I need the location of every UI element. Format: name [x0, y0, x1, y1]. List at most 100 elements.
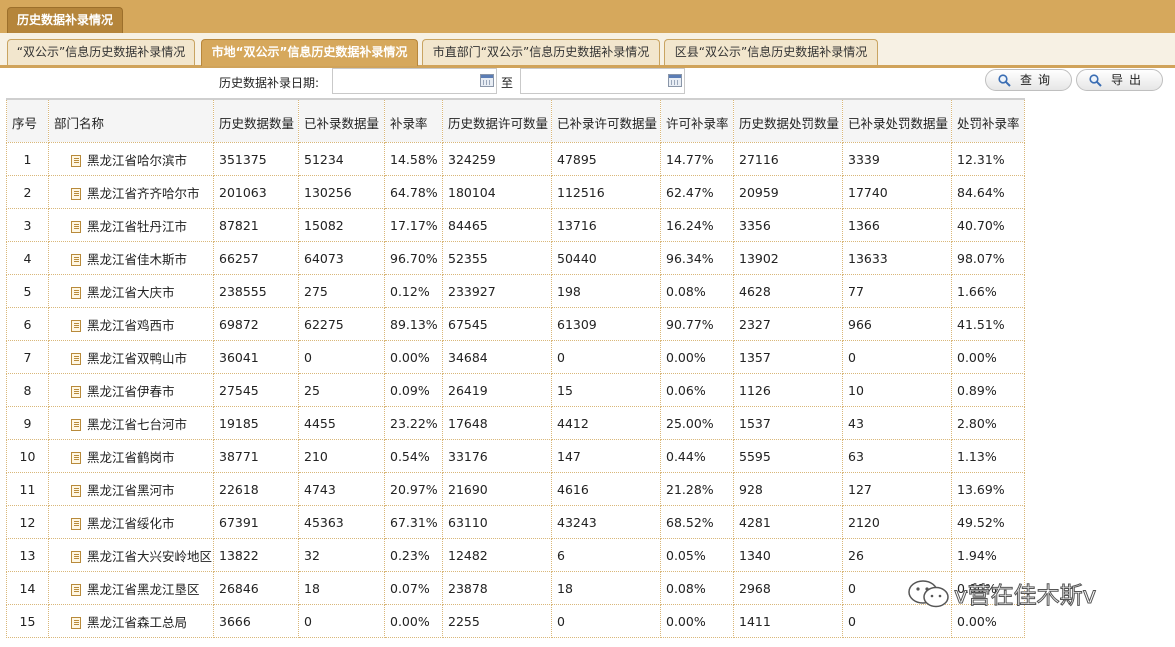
table-cell: 14.77% [660, 142, 734, 176]
row-index: 6 [6, 307, 49, 341]
table-row: 14 黑龙江省黑龙江垦区 26846 18 0.07% 23878 18 0.08% 2968 0… [6, 571, 1025, 605]
export-button[interactable]: 导出 [1076, 69, 1163, 91]
end-date-input[interactable] [520, 68, 685, 94]
department-cell[interactable]: 黑龙江省牡丹江市 [48, 208, 214, 242]
tab-city-departments[interactable]: 市直部门“双公示”信息历史数据补录情况 [422, 39, 660, 65]
table-cell: 2327 [733, 307, 843, 341]
department-name[interactable]: 黑龙江省大兴安岭地区 [87, 549, 212, 564]
table-cell: 26419 [442, 373, 552, 407]
table-cell: 351375 [213, 142, 299, 176]
department-name[interactable]: 黑龙江省佳木斯市 [87, 252, 187, 267]
department-cell[interactable]: 黑龙江省大兴安岭地区 [48, 538, 214, 572]
department-name[interactable]: 黑龙江省齐齐哈尔市 [87, 186, 200, 201]
table-cell: 4412 [551, 406, 661, 440]
table-cell: 63 [842, 439, 952, 473]
calendar-icon[interactable] [480, 74, 494, 87]
table-cell: 62.47% [660, 175, 734, 209]
department-cell[interactable]: 黑龙江省黑河市 [48, 472, 214, 506]
department-cell[interactable]: 黑龙江省鹤岗市 [48, 439, 214, 473]
table-cell: 33176 [442, 439, 552, 473]
table-cell: 43 [842, 406, 952, 440]
row-index: 1 [6, 142, 49, 176]
calendar-icon[interactable] [668, 74, 682, 87]
department-name[interactable]: 黑龙江省牡丹江市 [87, 219, 187, 234]
export-button-label: 导出 [1111, 73, 1148, 87]
table-cell: 18 [551, 571, 661, 605]
document-icon [71, 451, 81, 464]
table-cell: 34684 [442, 340, 552, 374]
table-cell: 96.34% [660, 241, 734, 275]
column-header: 历史数据处罚数量 [733, 98, 843, 143]
table-cell: 0 [551, 604, 661, 638]
department-cell[interactable]: 黑龙江省伊春市 [48, 373, 214, 407]
table-cell: 51234 [298, 142, 385, 176]
page-title-tab[interactable]: 历史数据补录情况 [7, 7, 124, 34]
table-cell: 26846 [213, 571, 299, 605]
department-cell[interactable]: 黑龙江省森工总局 [48, 604, 214, 638]
table-cell: 928 [733, 472, 843, 506]
department-name[interactable]: 黑龙江省伊春市 [87, 384, 175, 399]
document-icon [71, 154, 81, 167]
department-cell[interactable]: 黑龙江省鸡西市 [48, 307, 214, 341]
table-cell: 77 [842, 274, 952, 308]
document-icon [71, 319, 81, 332]
date-label: 历史数据补录日期: [219, 76, 320, 90]
table-cell: 23.22% [384, 406, 443, 440]
table-cell: 3666 [213, 604, 299, 638]
table-cell: 130256 [298, 175, 385, 209]
table-cell: 17.17% [384, 208, 443, 242]
department-name[interactable]: 黑龙江省七台河市 [87, 417, 187, 432]
query-button[interactable]: 查询 [985, 69, 1072, 91]
department-name[interactable]: 黑龙江省大庆市 [87, 285, 175, 300]
watermark-text: v营在佳木斯v [953, 583, 1097, 610]
table-cell: 13716 [551, 208, 661, 242]
table-cell: 0 [298, 340, 385, 374]
table-cell: 90.77% [660, 307, 734, 341]
department-cell[interactable]: 黑龙江省哈尔滨市 [48, 142, 214, 176]
table-row: 10 黑龙江省鹤岗市 38771 210 0.54% 33176 147 0.44% 5595 6… [6, 439, 1025, 473]
tab-county[interactable]: 区县“双公示”信息历史数据补录情况 [664, 39, 878, 65]
department-cell[interactable]: 黑龙江省绥化市 [48, 505, 214, 539]
column-header: 许可补录率 [660, 98, 734, 143]
department-name[interactable]: 黑龙江省哈尔滨市 [87, 153, 187, 168]
table-cell: 1357 [733, 340, 843, 374]
table-row: 3 黑龙江省牡丹江市 87821 15082 17.17% 84465 13716 16.24… [6, 208, 1025, 242]
start-date-input[interactable] [332, 68, 497, 94]
department-cell[interactable]: 黑龙江省佳木斯市 [48, 241, 214, 275]
watermark: v营在佳木斯v [906, 578, 1097, 614]
to-label: 至 [501, 76, 514, 90]
department-cell[interactable]: 黑龙江省齐齐哈尔市 [48, 175, 214, 209]
table-cell: 1411 [733, 604, 843, 638]
table-cell: 233927 [442, 274, 552, 308]
table-row: 12 黑龙江省绥化市 67391 45363 67.31% 63110 43243 68.52… [6, 505, 1025, 539]
department-name[interactable]: 黑龙江省双鸭山市 [87, 351, 187, 366]
table-cell: 20959 [733, 175, 843, 209]
department-name[interactable]: 黑龙江省黑河市 [87, 483, 175, 498]
table-body: 1 黑龙江省哈尔滨市 351375 51234 14.58% 324259 47895 14.… [6, 142, 1025, 638]
table-cell: 0.08% [660, 274, 734, 308]
table-row: 1 黑龙江省哈尔滨市 351375 51234 14.58% 324259 47895 14.… [6, 142, 1025, 176]
table-cell: 0.06% [660, 373, 734, 407]
department-name[interactable]: 黑龙江省鹤岗市 [87, 450, 175, 465]
department-cell[interactable]: 黑龙江省七台河市 [48, 406, 214, 440]
document-icon [71, 286, 81, 299]
table-cell: 20.97% [384, 472, 443, 506]
department-cell[interactable]: 黑龙江省大庆市 [48, 274, 214, 308]
row-index: 8 [6, 373, 49, 407]
department-name[interactable]: 黑龙江省黑龙江垦区 [87, 582, 200, 597]
department-name[interactable]: 黑龙江省绥化市 [87, 516, 175, 531]
department-name[interactable]: 黑龙江省森工总局 [87, 615, 187, 630]
table-cell: 67391 [213, 505, 299, 539]
department-cell[interactable]: 黑龙江省黑龙江垦区 [48, 571, 214, 605]
department-name[interactable]: 黑龙江省鸡西市 [87, 318, 175, 333]
department-cell[interactable]: 黑龙江省双鸭山市 [48, 340, 214, 374]
table-cell: 67545 [442, 307, 552, 341]
table-cell: 32 [298, 538, 385, 572]
table-row: 15 黑龙江省森工总局 3666 0 0.00% 2255 0 0.00% 1411 0 0.00% [6, 604, 1025, 638]
tab-city[interactable]: 市地“双公示”信息历史数据补录情况 [201, 39, 418, 66]
table-cell: 6 [551, 538, 661, 572]
tab-overall[interactable]: “双公示”信息历史数据补录情况 [7, 39, 195, 65]
search-icon [998, 74, 1011, 87]
table-row: 8 黑龙江省伊春市 27545 25 0.09% 26419 15 0.06% 1126 10 0.… [6, 373, 1025, 407]
table-cell: 16.24% [660, 208, 734, 242]
